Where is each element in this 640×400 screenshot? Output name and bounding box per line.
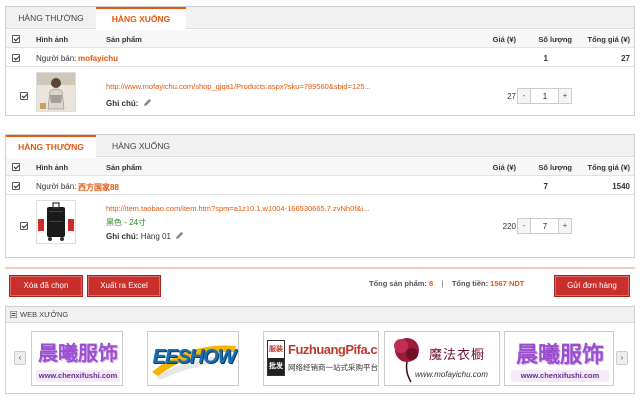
table-header: Hình ảnh Sản phẩm Giá (¥) Số lượng Tổng … [6,158,634,176]
delete-selected-button[interactable]: Xóa đã chọn [9,275,83,297]
note-value: Hàng 01 [140,232,171,241]
shop-logo-eeshow[interactable]: EESHOW [147,331,239,386]
select-all-checkbox[interactable] [12,35,20,43]
item-price: 27 [507,92,516,101]
tab-hang-thuong[interactable]: HÀNG THƯỜNG [6,135,96,158]
shop-logo-fuzhuangpifa[interactable]: 服装 批发 FuzhuangPifa.cn 网络经销商一站式采购平台 [263,331,379,386]
product-link[interactable]: http://item.taobao.com/item.htm?spm=a1z1… [106,204,369,213]
note-field[interactable]: Ghi chú: [106,98,152,108]
tab-hang-xuong[interactable]: HÀNG XUỐNG [96,7,186,30]
note-label: Ghi chú: [106,232,139,241]
header-price: Giá (¥) [492,35,516,44]
submit-order-button[interactable]: Gửi đơn hàng [554,275,630,297]
web-xuong-panel: WEB XƯỞNG ‹ › 晨曦服饰 www.chenxifushi.com E… [5,306,635,394]
carousel-prev-button[interactable]: ‹ [14,351,26,365]
logo-url: www.chenxifushi.com [511,370,609,382]
shop-logo-chenxifushi[interactable]: 晨曦服饰 www.chenxifushi.com [31,331,123,386]
decrease-button[interactable]: - [518,219,531,233]
header-total: Tổng giá (¥) [587,35,631,44]
totals-summary: Tổng sản phẩm: 8 | Tổng tiền: 1567 NDT [369,279,524,288]
carousel-next-button[interactable]: › [616,351,628,365]
shop-logo-chenxifushi-2[interactable]: 晨曦服饰 www.chenxifushi.com [504,331,614,386]
product-thumbnail[interactable] [36,200,76,244]
total-money-value: 1567 NDT [490,279,525,288]
total-products-value: 8 [429,279,434,288]
tab-hang-thuong[interactable]: HÀNG THƯỜNG [6,7,96,29]
cart-tabs-1: HÀNG THƯỜNG HÀNG XUỐNG [6,7,634,30]
product-row: http://www.mofayichu.com/shop_gjqa1/Prod… [6,68,634,116]
cart-tabs-2: HÀNG THƯỜNG HÀNG XUỐNG [6,135,634,158]
seller-row: Người bán: 西方国家88 7 1540 [6,177,634,195]
logo-subtitle: 网络经销商一站式采购平台 [288,363,378,372]
total-products-label: Tổng sản phẩm: [369,279,427,288]
seller-name[interactable]: mofayichu [78,54,118,63]
logo-title: 晨曦服饰 [38,341,118,365]
seller-name[interactable]: 西方国家88 [78,182,119,193]
seller-label: Người bán: [36,182,77,191]
total-money-label: Tổng tiền: [451,279,489,288]
cart-panel-2: HÀNG THƯỜNG HÀNG XUỐNG Hình ảnh Sản phẩm… [5,134,635,258]
seller-qty: 7 [543,182,548,191]
header-product: Sản phẩm [106,35,142,44]
web-xuong-title: WEB XƯỞNG [6,307,634,323]
quantity-input[interactable] [532,219,558,233]
action-bar: Xóa đã chọn Xuất ra Excel Tổng sản phẩm:… [5,267,635,299]
seller-row: Người bán: mofayichu 1 27 [6,49,634,67]
logo-url: www.mofayichu.com [415,370,488,379]
seller-qty: 1 [543,54,548,63]
product-row: http://item.taobao.com/item.htm?spm=a1z1… [6,196,634,248]
quantity-stepper[interactable]: - + [517,218,572,234]
quantity-stepper[interactable]: - + [517,88,572,104]
web-xuong-label: WEB XƯỞNG [20,310,69,319]
seller-label: Người bán: [36,54,77,63]
pencil-icon[interactable] [143,98,152,107]
logo-title: 魔法衣橱 [429,348,486,363]
note-label: Ghi chú: [106,99,139,108]
product-thumbnail[interactable] [36,72,76,112]
item-checkbox[interactable] [20,222,28,230]
table-header: Hình ảnh Sản phẩm Giá (¥) Số lượng Tổng … [6,30,634,48]
decrease-button[interactable]: - [518,89,531,103]
header-qty: Số lượng [538,35,572,44]
cart-panel-1: HÀNG THƯỜNG HÀNG XUỐNG Hình ảnh Sản phẩm… [5,6,635,116]
tab-hang-xuong[interactable]: HÀNG XUỐNG [96,135,186,157]
quantity-input[interactable] [532,89,558,103]
select-all-checkbox[interactable] [12,163,20,171]
increase-button[interactable]: + [558,219,571,233]
item-price: 220 [502,222,516,231]
totals-separator: | [441,279,444,288]
product-link[interactable]: http://www.mofayichu.com/shop_gjqa1/Prod… [106,82,371,91]
shop-logo-mofayichu[interactable]: 魔法衣橱 www.mofayichu.com [384,331,500,386]
header-product: Sản phẩm [106,163,142,172]
seller-checkbox[interactable] [12,182,20,190]
pencil-icon[interactable] [175,231,184,240]
logo-title: FuzhuangPifa.cn [288,342,379,357]
item-checkbox[interactable] [20,92,28,100]
logo-title: EESHOW [152,346,237,368]
seller-checkbox[interactable] [12,54,20,62]
header-total: Tổng giá (¥) [587,163,631,172]
seller-total: 27 [621,54,630,63]
logo-badge: 服装 批发 [267,340,285,376]
header-price: Giá (¥) [492,163,516,172]
logo-title: 晨曦服饰 [515,342,604,368]
header-qty: Số lượng [538,163,572,172]
logo-url: www.chenxifushi.com [36,370,120,382]
product-variant: 黑色 - 24寸 [106,218,147,227]
seller-total: 1540 [612,182,630,191]
header-image: Hình ảnh [36,35,69,44]
export-excel-button[interactable]: Xuất ra Excel [87,275,161,297]
header-image: Hình ảnh [36,163,69,172]
list-icon [10,311,17,318]
note-field[interactable]: Ghi chú: Hàng 01 [106,231,184,241]
increase-button[interactable]: + [558,89,571,103]
